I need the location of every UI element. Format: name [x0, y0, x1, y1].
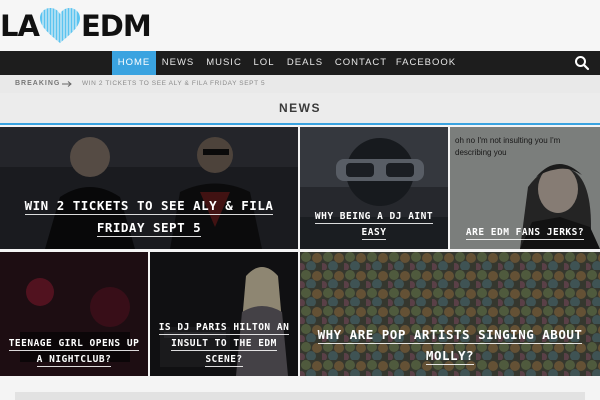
article-tile[interactable]: IS DJ PARIS HILTON AN INSULT TO THE EDM … — [150, 252, 298, 376]
section-title: NEWS — [279, 101, 321, 115]
article-caption: ARE EDM FANS JERKS? — [450, 225, 600, 241]
article-title[interactable]: WHY ARE POP ARTISTS SINGING ABOUT MOLLY? — [308, 324, 592, 366]
article-tile[interactable]: oh no I'm not insulting you I'm describi… — [450, 127, 600, 249]
article-tile[interactable]: WHY BEING A DJ AINT EASY — [300, 127, 448, 249]
nav-item-music[interactable]: MUSIC — [203, 51, 245, 75]
heart-icon — [39, 8, 80, 43]
nav-item-deals[interactable]: DEALS — [283, 51, 327, 75]
article-caption: WHY ARE POP ARTISTS SINGING ABOUT MOLLY? — [300, 324, 600, 366]
article-title[interactable]: WIN 2 TICKETS TO SEE ALY & FILA FRIDAY S… — [8, 195, 290, 239]
logo-text-la: LA — [0, 9, 40, 43]
article-caption: WHY BEING A DJ AINT EASY — [300, 209, 448, 241]
content-footer-strip — [15, 392, 585, 400]
breaking-news-bar: BREAKING WIN 2 TICKETS TO SEE ALY & FILA… — [0, 75, 600, 93]
breaking-label: BREAKING — [15, 80, 61, 87]
search-icon[interactable] — [574, 55, 590, 71]
article-tile[interactable]: WHY ARE POP ARTISTS SINGING ABOUT MOLLY? — [300, 252, 600, 376]
site-logo[interactable]: LA EDM — [0, 8, 152, 43]
article-title[interactable]: IS DJ PARIS HILTON AN INSULT TO THE EDM … — [158, 320, 290, 368]
section-header: NEWS — [0, 93, 600, 125]
logo-text-edm: EDM — [80, 9, 152, 43]
article-tile[interactable]: TEENAGE GIRL OPENS UP A NIGHTCLUB? — [0, 252, 148, 376]
nav-item-lol[interactable]: LOL — [248, 51, 280, 75]
nav-item-contact[interactable]: CONTACT — [331, 51, 391, 75]
article-title[interactable]: WHY BEING A DJ AINT EASY — [308, 209, 440, 241]
nav-item-facebook[interactable]: FACEBOOK — [394, 51, 458, 75]
nav-item-news[interactable]: NEWS — [157, 51, 199, 75]
section-divider — [0, 123, 600, 125]
main-nav: HOME NEWS MUSIC LOL DEALS CONTACT FACEBO… — [0, 51, 600, 75]
site-header: LA EDM — [0, 0, 600, 51]
article-tile[interactable]: WIN 2 TICKETS TO SEE ALY & FILA FRIDAY S… — [0, 127, 298, 249]
article-title[interactable]: ARE EDM FANS JERKS? — [465, 225, 585, 241]
arrow-right-icon — [62, 81, 72, 87]
breaking-headline-link[interactable]: WIN 2 TICKETS TO SEE ALY & FILA FRIDAY S… — [82, 75, 265, 93]
article-title[interactable]: TEENAGE GIRL OPENS UP A NIGHTCLUB? — [8, 336, 140, 368]
article-caption: IS DJ PARIS HILTON AN INSULT TO THE EDM … — [150, 320, 298, 368]
nav-item-home[interactable]: HOME — [112, 51, 156, 75]
article-caption: TEENAGE GIRL OPENS UP A NIGHTCLUB? — [0, 336, 148, 368]
article-caption: WIN 2 TICKETS TO SEE ALY & FILA FRIDAY S… — [0, 195, 298, 239]
